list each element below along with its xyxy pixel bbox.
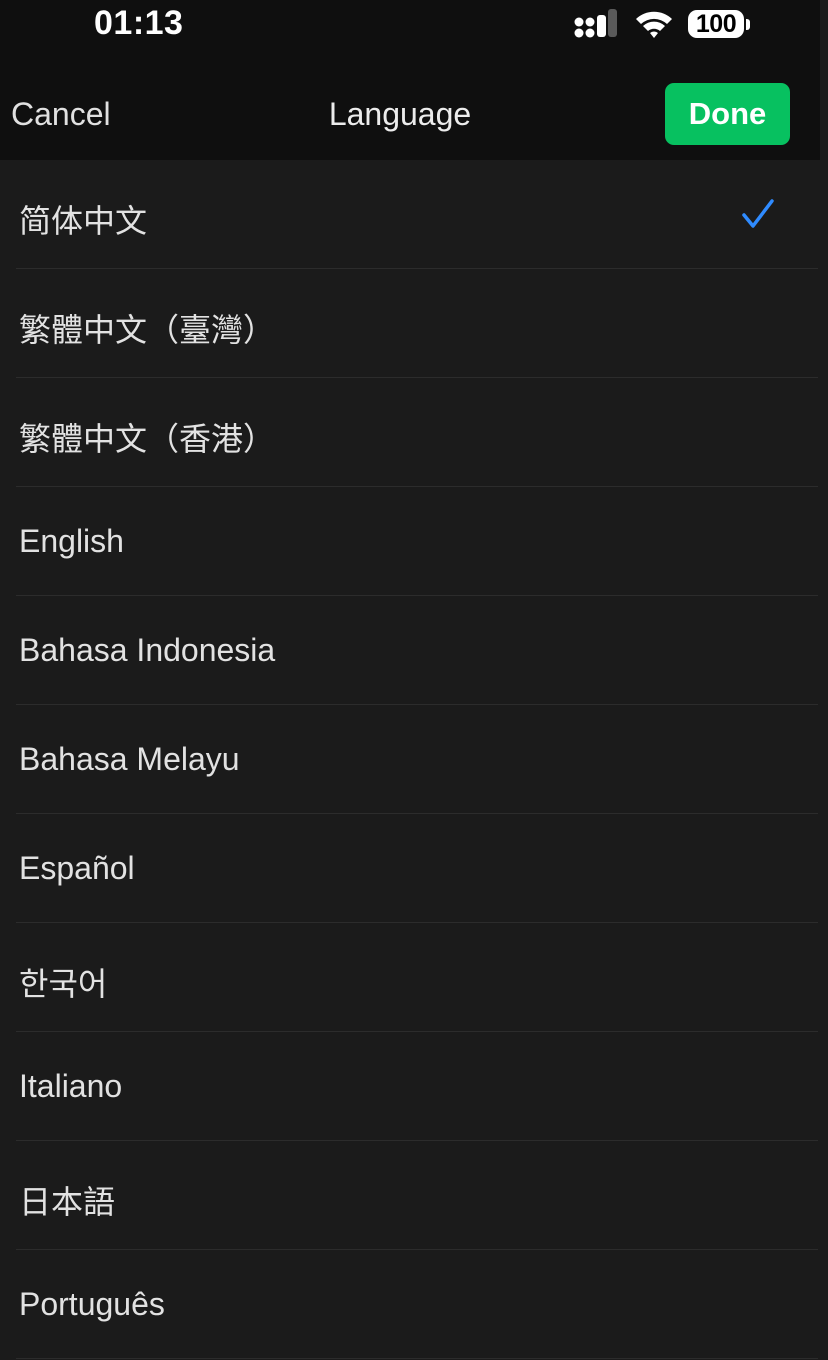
language-label: Bahasa Melayu [19,741,240,777]
language-label: Bahasa Indonesia [19,632,276,668]
language-label: 繁體中文（香港） [19,421,276,457]
battery-icon: 100 [688,10,750,38]
checkmark-icon [742,199,774,228]
language-option[interactable]: Bahasa Melayu [0,705,828,814]
done-button[interactable]: Done [665,83,790,145]
language-option[interactable]: 简体中文 [0,160,828,269]
language-option[interactable]: Italiano [0,1032,828,1141]
status-bar: 01:13 100 [0,0,828,56]
language-label: 繁體中文（臺灣） [19,312,276,348]
language-label: Português [19,1286,165,1322]
language-label: 한국어 [19,966,108,1002]
language-option[interactable]: 繁體中文（香港） [0,378,828,487]
scroll-edge [820,0,828,160]
battery-cap [746,18,750,30]
navigation-bar: Cancel Language Done [0,56,828,160]
cellular-signal-icon [574,9,617,38]
language-option[interactable]: 繁體中文（臺灣） [0,269,828,378]
language-label: 日本語 [19,1184,116,1220]
wifi-icon [636,11,672,38]
language-option[interactable]: 한국어 [0,923,828,1032]
language-list: 简体中文 繁體中文（臺灣） 繁體中文（香港） English Bahasa In… [0,160,828,1359]
status-icons: 100 [574,8,750,40]
language-label: 简体中文 [19,203,148,239]
language-option[interactable]: Português [0,1250,828,1359]
battery-level: 100 [688,10,744,38]
language-option[interactable]: 日本語 [0,1141,828,1250]
language-label: English [19,523,124,559]
language-label: Italiano [19,1068,123,1104]
language-option[interactable]: Bahasa Indonesia [0,596,828,705]
status-time: 01:13 [94,4,184,42]
language-option[interactable]: Español [0,814,828,923]
language-label: Español [19,850,135,886]
language-option[interactable]: English [0,487,828,596]
